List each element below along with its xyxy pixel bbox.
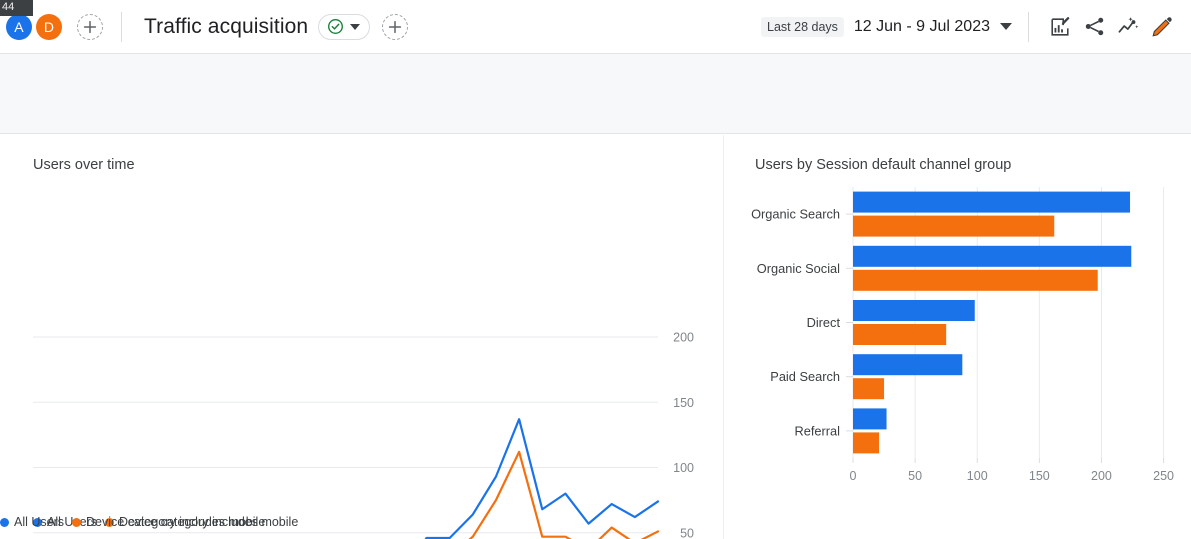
- users-over-time-card: Users over time 05010015020018Jun2502Jul…: [0, 135, 723, 539]
- svg-text:Organic Search: Organic Search: [751, 207, 840, 222]
- svg-text:150: 150: [1029, 469, 1050, 483]
- pencil-icon[interactable]: [1145, 10, 1179, 44]
- add-filter-button[interactable]: [382, 13, 409, 40]
- svg-text:100: 100: [967, 469, 988, 483]
- legend-item-all-users-bar[interactable]: All Users: [0, 515, 64, 529]
- svg-text:Direct: Direct: [807, 315, 841, 330]
- date-preset-badge: Last 28 days: [761, 16, 844, 37]
- insights-icon[interactable]: [1111, 10, 1145, 44]
- legend-users-by-channel: All Users Device category includes mobil…: [0, 515, 265, 529]
- app-header: A D Traffic acquisition Last 28 days 12 …: [0, 0, 1191, 54]
- svg-text:50: 50: [908, 469, 922, 483]
- add-comparison-button[interactable]: [77, 13, 103, 40]
- svg-text:Paid Search: Paid Search: [770, 369, 840, 384]
- users-by-channel-card: Users by Session default channel group 0…: [723, 135, 1191, 539]
- header-divider: [121, 11, 122, 42]
- header-actions: Last 28 days 12 Jun - 9 Jul 2023: [761, 10, 1191, 44]
- chevron-down-icon: [350, 23, 361, 30]
- plus-icon: [388, 20, 402, 33]
- page-title: Traffic acquisition: [144, 14, 309, 38]
- avatar-a[interactable]: A: [6, 13, 32, 40]
- svg-text:Referral: Referral: [794, 423, 840, 438]
- avatar-d[interactable]: D: [36, 13, 62, 40]
- svg-text:200: 200: [673, 331, 694, 345]
- legend-dot-orange-icon: [72, 517, 82, 527]
- chart-edit-icon[interactable]: [1043, 10, 1077, 44]
- users-by-channel-chart: 0 50 100 150 200 250 Organic Search Organic Soc…: [751, 187, 1174, 483]
- users-over-time-chart: 05010015020018Jun2502Jul09: [33, 331, 694, 539]
- avatar-group: A D: [4, 13, 62, 40]
- analytics-report-page: 44 A D Traffic acquisition Last 28 days …: [0, 0, 1191, 539]
- svg-text:Organic Social: Organic Social: [757, 261, 840, 276]
- legend-dot-blue-icon: [0, 517, 9, 527]
- share-icon[interactable]: [1077, 10, 1111, 44]
- toolbar-divider: [1028, 11, 1029, 42]
- line-chart-area[interactable]: 05010015020018Jun2502Jul09: [0, 135, 723, 539]
- svg-text:250: 250: [1153, 469, 1174, 483]
- plus-icon: [83, 20, 97, 33]
- date-range-label[interactable]: 12 Jun - 9 Jul 2023: [854, 18, 990, 36]
- legend-item-mobile-bar[interactable]: Device category includes mobile: [72, 515, 265, 529]
- bar-chart-area[interactable]: 0 50 100 150 200 250 Organic Search Organic Soc…: [724, 135, 1191, 539]
- check-circle-icon: [328, 19, 344, 34]
- legend-label-mobile-bar: Device category includes mobile: [86, 515, 266, 529]
- svg-text:0: 0: [850, 469, 857, 483]
- legend-label-all-users-bar: All Users: [14, 515, 65, 529]
- svg-text:100: 100: [673, 461, 694, 475]
- svg-text:50: 50: [680, 526, 694, 539]
- chevron-down-icon[interactable]: [1000, 23, 1012, 30]
- report-status-selector[interactable]: [318, 13, 371, 40]
- corner-overlay-chip: 44: [0, 0, 33, 16]
- filter-band[interactable]: [0, 54, 1191, 134]
- svg-text:150: 150: [673, 396, 694, 410]
- svg-text:200: 200: [1091, 469, 1112, 483]
